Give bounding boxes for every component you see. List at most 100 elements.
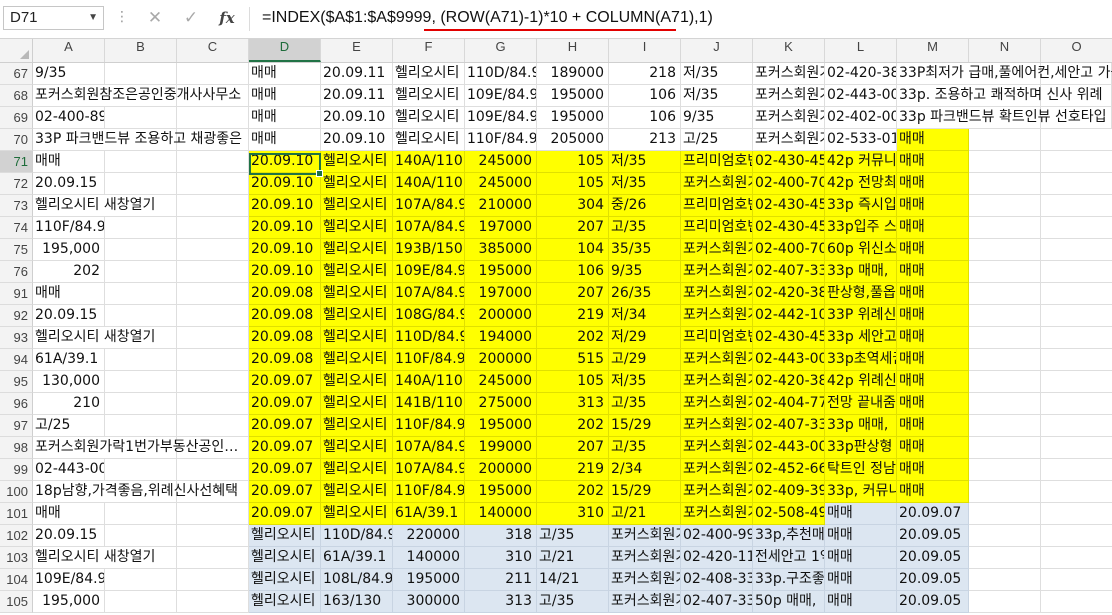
cell-n100[interactable] xyxy=(969,481,1041,503)
cell-c105[interactable] xyxy=(177,591,249,613)
cell-e97[interactable]: 헬리오시티 새창열기 xyxy=(321,415,393,437)
cell-g71[interactable]: 245000 xyxy=(465,151,537,173)
cell-i105[interactable]: 포커스회원가락 xyxy=(609,591,681,613)
cell-f68[interactable]: 헬리오시티 새창열기 xyxy=(393,85,465,107)
cell-g100[interactable]: 195000 xyxy=(465,481,537,503)
cell-j70[interactable]: 고/25 xyxy=(681,129,753,151)
cell-e68[interactable]: 20.09.11 xyxy=(321,85,393,107)
cell-h105[interactable]: 고/35 xyxy=(537,591,609,613)
column-header-c[interactable]: C xyxy=(177,39,249,62)
cell-g103[interactable]: 310 xyxy=(465,547,537,569)
cell-c67[interactable] xyxy=(177,63,249,85)
cell-k103[interactable]: 전세안고 1억 xyxy=(753,547,825,569)
cell-e100[interactable]: 헬리오시티 새창열기 xyxy=(321,481,393,503)
cell-g72[interactable]: 245000 xyxy=(465,173,537,195)
cell-c76[interactable] xyxy=(177,261,249,283)
cell-d69[interactable]: 매매 xyxy=(249,107,321,129)
column-header-a[interactable]: A xyxy=(33,39,105,62)
cell-b104[interactable] xyxy=(105,569,177,591)
row-header[interactable]: 74 xyxy=(0,217,33,239)
cell-m73[interactable]: 매매 xyxy=(897,195,969,217)
cell-j92[interactable]: 포커스회원가락 xyxy=(681,305,753,327)
cell-m76[interactable]: 매매 xyxy=(897,261,969,283)
cell-d76[interactable]: 20.09.10 xyxy=(249,261,321,283)
cell-o72[interactable] xyxy=(1041,173,1112,195)
cell-i98[interactable]: 고/35 xyxy=(609,437,681,459)
cell-n70[interactable] xyxy=(969,129,1041,151)
cell-k96[interactable]: 02-404-7700 xyxy=(753,393,825,415)
cell-j104[interactable]: 02-408-3300 xyxy=(681,569,753,591)
cell-f94[interactable]: 110F/84.9 xyxy=(393,349,465,371)
cell-d105[interactable]: 헬리오시티 새창열기 xyxy=(249,591,321,613)
cell-g99[interactable]: 200000 xyxy=(465,459,537,481)
column-header-o[interactable]: O xyxy=(1041,39,1112,62)
cell-n103[interactable] xyxy=(969,547,1041,569)
cell-f99[interactable]: 107A/84.9 xyxy=(393,459,465,481)
cell-m97[interactable]: 매매 xyxy=(897,415,969,437)
cell-i97[interactable]: 15/29 xyxy=(609,415,681,437)
cell-m104[interactable]: 20.09.05 xyxy=(897,569,969,591)
cell-e105[interactable]: 163/130 xyxy=(321,591,393,613)
cell-j101[interactable]: 포커스회원가락 xyxy=(681,503,753,525)
cell-f100[interactable]: 110F/84.9 xyxy=(393,481,465,503)
cell-d70[interactable]: 매매 xyxy=(249,129,321,151)
cell-o97[interactable] xyxy=(1041,415,1112,437)
cell-i96[interactable]: 고/35 xyxy=(609,393,681,415)
cell-d103[interactable]: 헬리오시티 새창열기 xyxy=(249,547,321,569)
cell-a70[interactable]: 33P 파크밴드뷰 조용하고 채광좋은 xyxy=(33,129,249,151)
cell-j100[interactable]: 포커스회원가락 xyxy=(681,481,753,503)
row-header[interactable]: 104 xyxy=(0,569,33,591)
cell-h92[interactable]: 219 xyxy=(537,305,609,327)
cell-m99[interactable]: 매매 xyxy=(897,459,969,481)
cell-o70[interactable] xyxy=(1041,129,1112,151)
cell-g95[interactable]: 245000 xyxy=(465,371,537,393)
cell-f97[interactable]: 110F/84.9 xyxy=(393,415,465,437)
cell-i94[interactable]: 고/29 xyxy=(609,349,681,371)
cell-a71[interactable]: 매매 xyxy=(33,151,105,173)
cell-f71[interactable]: 140A/110.6 xyxy=(393,151,465,173)
cell-e76[interactable]: 헬리오시티 새창열기 xyxy=(321,261,393,283)
cell-k104[interactable]: 33p.구조좋은 xyxy=(753,569,825,591)
cell-g75[interactable]: 385000 xyxy=(465,239,537,261)
cell-g73[interactable]: 210000 xyxy=(465,195,537,217)
cell-n75[interactable] xyxy=(969,239,1041,261)
cell-h101[interactable]: 310 xyxy=(537,503,609,525)
cell-g91[interactable]: 197000 xyxy=(465,283,537,305)
cell-k67[interactable]: 포커스회원가락1번가 xyxy=(753,63,825,85)
cell-d72[interactable]: 20.09.10 xyxy=(249,173,321,195)
cell-d100[interactable]: 20.09.07 xyxy=(249,481,321,503)
cell-m70[interactable]: 매매 xyxy=(897,129,969,151)
cell-m72[interactable]: 매매 xyxy=(897,173,969,195)
row-header[interactable]: 95 xyxy=(0,371,33,393)
cell-k74[interactable]: 02-430-4500 xyxy=(753,217,825,239)
cell-b92[interactable] xyxy=(105,305,177,327)
cell-f70[interactable]: 헬리오시티 새창열기 xyxy=(393,129,465,151)
cell-k92[interactable]: 02-442-1000 xyxy=(753,305,825,327)
cell-l75[interactable]: 60p 위신소 xyxy=(825,239,897,261)
cell-l96[interactable]: 전망 끝내줌 xyxy=(825,393,897,415)
cell-h93[interactable]: 202 xyxy=(537,327,609,349)
cell-e104[interactable]: 108L/84.9 xyxy=(321,569,393,591)
cell-a75[interactable]: 195,000 xyxy=(33,239,105,261)
cell-c74[interactable] xyxy=(177,217,249,239)
cell-i92[interactable]: 저/34 xyxy=(609,305,681,327)
cell-n92[interactable] xyxy=(969,305,1041,327)
column-header-j[interactable]: J xyxy=(681,39,753,62)
cell-k70[interactable]: 포커스회원가락1번가 xyxy=(753,129,825,151)
cell-k97[interactable]: 02-407-3300 xyxy=(753,415,825,437)
cell-a68[interactable]: 포커스회원참조은공인중개사사무소 xyxy=(33,85,249,107)
cell-m68[interactable]: 33p. 조용하고 쾌적하며 신사 위례 xyxy=(897,85,1112,107)
cell-g93[interactable]: 194000 xyxy=(465,327,537,349)
cell-n93[interactable] xyxy=(969,327,1041,349)
cell-n101[interactable] xyxy=(969,503,1041,525)
cell-b102[interactable] xyxy=(105,525,177,547)
cell-f69[interactable]: 헬리오시티 새창열기 xyxy=(393,107,465,129)
cell-e72[interactable]: 헬리오시티 새창열기 xyxy=(321,173,393,195)
cell-j72[interactable]: 포커스회원가락 xyxy=(681,173,753,195)
cell-h69[interactable]: 195000 xyxy=(537,107,609,129)
cell-d98[interactable]: 20.09.07 xyxy=(249,437,321,459)
cell-b69[interactable] xyxy=(105,107,177,129)
row-header[interactable]: 102 xyxy=(0,525,33,547)
cell-k93[interactable]: 02-430-4500 xyxy=(753,327,825,349)
cell-i70[interactable]: 213 xyxy=(609,129,681,151)
